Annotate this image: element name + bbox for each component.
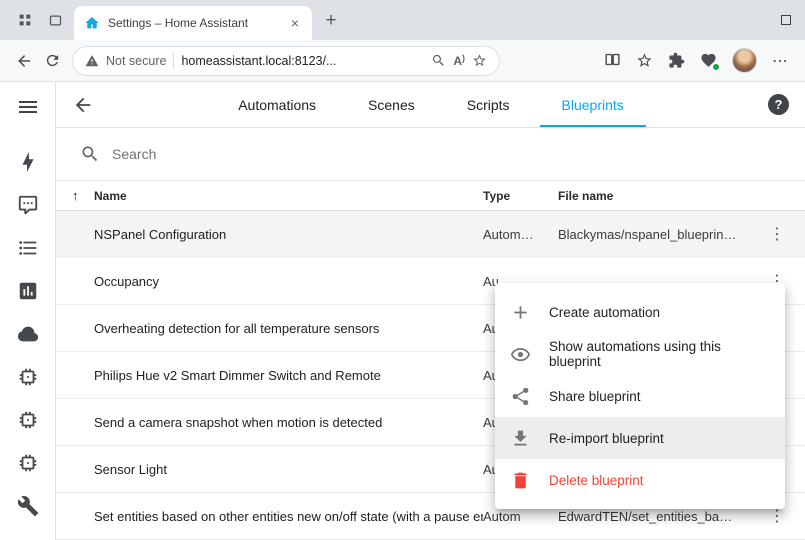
- blueprint-type: Autom: [483, 509, 558, 524]
- browser-titlebar: Settings – Home Assistant × +: [0, 0, 805, 40]
- url-text[interactable]: homeassistant.local:8123/...: [181, 54, 424, 68]
- context-menu-item[interactable]: Show automations using this blueprint: [495, 333, 785, 375]
- chart-icon[interactable]: [17, 280, 39, 302]
- page-tab[interactable]: Automations: [216, 82, 338, 127]
- tab-close-icon[interactable]: ×: [286, 15, 304, 31]
- menu-item-label: Create automation: [549, 305, 660, 320]
- browser-essentials-icon[interactable]: [700, 52, 717, 69]
- browser-menu-icon[interactable]: ⋯: [772, 51, 789, 71]
- search-input[interactable]: [112, 146, 781, 162]
- sort-ascending-icon[interactable]: ↑: [72, 188, 94, 203]
- security-label: Not secure: [106, 54, 166, 68]
- server-icon-2[interactable]: [17, 409, 39, 431]
- blueprint-name: Sensor Light: [94, 462, 483, 477]
- browser-tab[interactable]: Settings – Home Assistant ×: [74, 6, 312, 40]
- blueprint-name: Philips Hue v2 Smart Dimmer Switch and R…: [94, 368, 483, 383]
- favorites-icon[interactable]: [636, 52, 653, 69]
- menu-item-label: Share blueprint: [549, 389, 641, 404]
- blueprint-type: Autom…: [483, 227, 558, 242]
- help-icon[interactable]: ?: [768, 94, 789, 115]
- tab-actions-icon[interactable]: [40, 5, 70, 35]
- share-icon: [510, 386, 531, 407]
- context-menu-item[interactable]: Share blueprint: [495, 375, 785, 417]
- list-icon[interactable]: [17, 237, 39, 259]
- zoom-icon[interactable]: [431, 53, 446, 68]
- column-header-type[interactable]: Type: [483, 189, 558, 203]
- split-screen-icon[interactable]: [604, 51, 621, 71]
- eye-icon: [510, 344, 531, 365]
- ha-sidebar: [0, 82, 56, 540]
- trash-icon: [510, 470, 531, 491]
- favorite-star-icon[interactable]: [472, 53, 487, 68]
- search-row: [56, 128, 805, 181]
- back-icon[interactable]: [10, 47, 38, 75]
- browser-toolbar: Not secure homeassistant.local:8123/... …: [0, 40, 805, 82]
- home-assistant-favicon: [84, 15, 100, 31]
- cloud-icon[interactable]: [17, 323, 39, 345]
- row-overflow-menu-icon[interactable]: ⋮: [769, 506, 785, 526]
- page-tab[interactable]: Blueprints: [540, 82, 646, 127]
- search-icon: [80, 144, 100, 164]
- not-secure-warning-icon[interactable]: [85, 54, 99, 68]
- status-dot: [712, 63, 720, 71]
- assist-chat-icon[interactable]: [17, 194, 39, 216]
- menu-item-label: Re-import blueprint: [549, 431, 664, 446]
- wrench-icon[interactable]: [17, 495, 39, 517]
- workspaces-icon[interactable]: [10, 5, 40, 35]
- blueprint-name: Overheating detection for all temperatur…: [94, 321, 483, 336]
- menu-item-label: Show automations using this blueprint: [549, 339, 770, 369]
- context-menu-item[interactable]: Re-import blueprint: [495, 417, 785, 459]
- reload-icon[interactable]: [38, 47, 66, 75]
- address-bar[interactable]: Not secure homeassistant.local:8123/... …: [72, 46, 500, 76]
- table-header: ↑ Name Type File name: [56, 181, 805, 211]
- extensions-icon[interactable]: [668, 52, 685, 69]
- server-icon-1[interactable]: [17, 366, 39, 388]
- blueprint-name: Send a camera snapshot when motion is de…: [94, 415, 483, 430]
- blueprint-name: NSPanel Configuration: [94, 227, 483, 242]
- tab-title: Settings – Home Assistant: [108, 16, 278, 30]
- divider: [173, 53, 174, 69]
- row-overflow-menu-icon[interactable]: ⋮: [769, 224, 785, 244]
- restore-window-icon[interactable]: [781, 15, 791, 25]
- page-tab[interactable]: Scenes: [346, 82, 437, 127]
- app-header: Automations Scenes Scripts Blueprints ?: [56, 82, 805, 128]
- blueprint-name: Set entities based on other entities new…: [94, 509, 483, 524]
- blueprint-file: EdwardTEN/set_entities_ba…: [558, 509, 749, 524]
- menu-item-label: Delete blueprint: [549, 473, 644, 488]
- context-menu-item[interactable]: Create automation: [495, 291, 785, 333]
- page-tab[interactable]: Scripts: [445, 82, 532, 127]
- plus-icon: [510, 302, 531, 323]
- column-header-file[interactable]: File name: [558, 189, 749, 203]
- blueprint-file: Blackymas/nspanel_blueprin…: [558, 227, 749, 242]
- context-menu-item[interactable]: Delete blueprint: [495, 459, 785, 501]
- download-icon: [510, 428, 531, 449]
- sidebar-menu-icon[interactable]: [16, 95, 40, 119]
- table-row[interactable]: NSPanel Configuration Autom… Blackymas/n…: [56, 211, 805, 258]
- column-header-name[interactable]: Name: [94, 189, 483, 203]
- new-tab-icon[interactable]: +: [318, 10, 344, 32]
- read-aloud-icon[interactable]: A): [453, 54, 465, 68]
- profile-avatar[interactable]: [732, 48, 757, 73]
- page-tabs: Automations Scenes Scripts Blueprints: [94, 82, 768, 127]
- lightning-icon[interactable]: [17, 151, 39, 173]
- back-arrow-icon[interactable]: [72, 94, 94, 116]
- server-icon-3[interactable]: [17, 452, 39, 474]
- blueprint-name: Occupancy: [94, 274, 483, 289]
- blueprint-context-menu: Create automation Show automations using…: [495, 283, 785, 509]
